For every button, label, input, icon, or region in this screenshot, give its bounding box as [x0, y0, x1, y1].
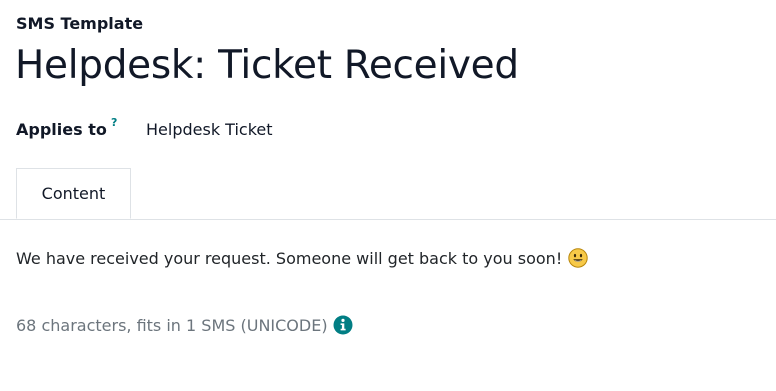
sms-character-counter: 68 characters, fits in 1 SMS (UNICODE)	[16, 312, 353, 340]
tab-content[interactable]: Content	[16, 168, 131, 219]
applies-to-value[interactable]: Helpdesk Ticket	[146, 116, 273, 144]
info-circle-icon[interactable]	[333, 315, 353, 335]
applies-to-label: Applies to	[16, 120, 107, 139]
sms-body-text: We have received your request. Someone w…	[16, 249, 563, 268]
help-tooltip-icon[interactable]: ?	[111, 116, 117, 130]
smiley-face-emoji-icon	[568, 248, 588, 268]
sms-template-form: SMS Template Helpdesk: Ticket Received A…	[0, 0, 776, 391]
record-title[interactable]: Helpdesk: Ticket Received	[15, 40, 519, 92]
record-model-label: SMS Template	[16, 14, 144, 33]
notebook-divider	[0, 219, 776, 220]
tab-content-label: Content	[41, 184, 106, 203]
sms-counter-text: 68 characters, fits in 1 SMS (UNICODE)	[16, 316, 328, 335]
applies-to-field: Applies to ? Helpdesk Ticket	[16, 116, 756, 144]
sms-body-field[interactable]: We have received your request. Someone w…	[16, 244, 756, 274]
